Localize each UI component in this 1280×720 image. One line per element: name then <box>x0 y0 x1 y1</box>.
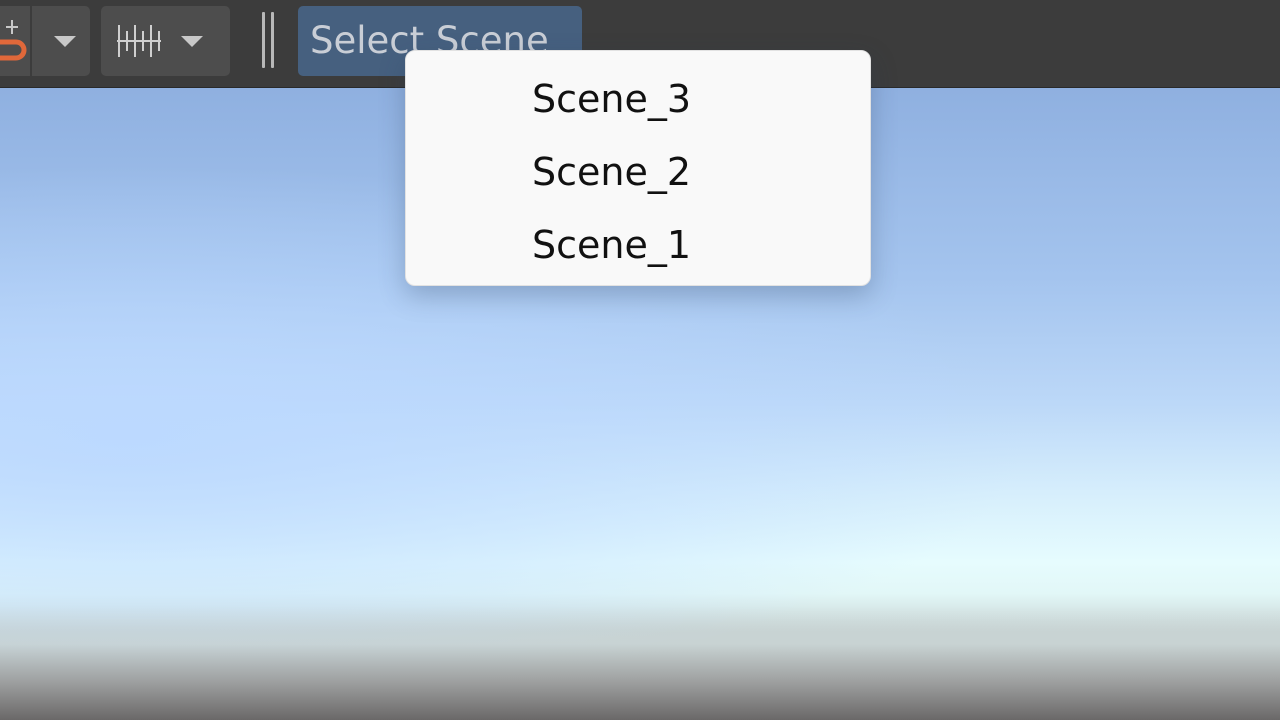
menu-item-scene-2[interactable]: Scene_2 <box>406 136 870 208</box>
menu-item-scene-3[interactable]: Scene_3 <box>406 63 870 135</box>
tool-group-separator <box>30 6 32 76</box>
snap-tool-group[interactable] <box>0 6 90 76</box>
chevron-down-icon[interactable] <box>181 36 203 47</box>
toolbar-divider-icon <box>262 12 276 70</box>
grid-tool-group[interactable] <box>101 6 230 76</box>
grid-snapping-icon[interactable] <box>115 21 163 61</box>
scene-dropdown-menu: Scene_3 Scene_2 Scene_1 <box>405 50 871 286</box>
editor-window: Select Scene Scene_3 Scene_2 Scene_1 <box>0 0 1280 720</box>
chevron-down-icon[interactable] <box>54 36 76 47</box>
menu-item-scene-1[interactable]: Scene_1 <box>406 209 870 281</box>
snap-magnet-icon[interactable] <box>0 18 28 64</box>
